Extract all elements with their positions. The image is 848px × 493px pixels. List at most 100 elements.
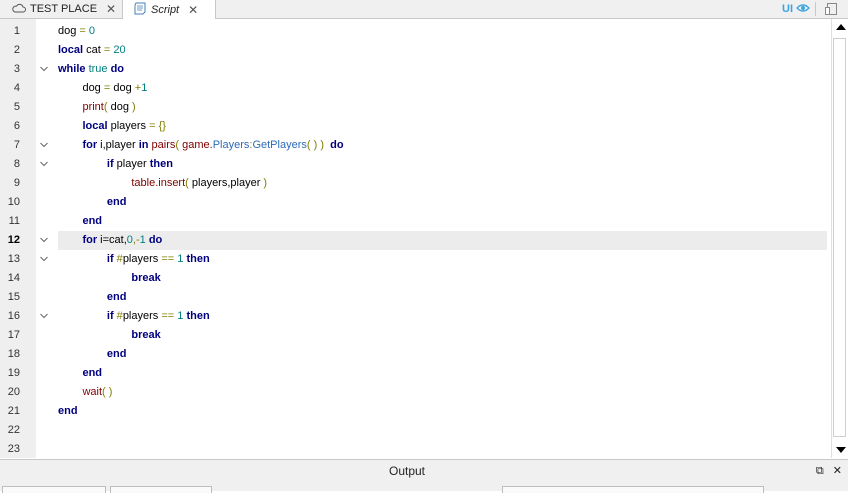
code-token: wait: [58, 386, 103, 398]
code-line[interactable]: local players = {}: [58, 117, 166, 136]
code-line[interactable]: end: [58, 288, 127, 307]
code-token: end: [58, 196, 127, 208]
fold-chevron-icon[interactable]: [39, 140, 49, 150]
code-token: ): [263, 177, 268, 189]
output-panel-header: Output ⧉ ✕: [0, 459, 848, 493]
code-token: for: [58, 139, 98, 151]
code-line[interactable]: end: [58, 402, 78, 421]
code-line[interactable]: end: [58, 212, 102, 231]
device-icon[interactable]: [824, 0, 838, 18]
code-line[interactable]: dog = dog +1: [58, 79, 147, 98]
code-token: ,-: [132, 234, 140, 246]
code-token: 20: [110, 44, 126, 56]
tab-label: TEST PLACE: [30, 3, 98, 15]
code-token: ): [132, 101, 136, 113]
fold-chevron-icon[interactable]: [39, 311, 49, 321]
code-token: ( ): [306, 139, 321, 151]
code-line[interactable]: while true do: [58, 60, 124, 79]
code-line[interactable]: if player then: [58, 155, 173, 174]
ui-label: UI: [782, 3, 793, 15]
code-line[interactable]: if #players == 1 then: [58, 250, 210, 269]
line-number: 10: [7, 196, 20, 208]
code-line[interactable]: for i=cat,0,-1 do: [58, 231, 827, 250]
code-line[interactable]: break: [58, 326, 160, 345]
scrollbar-thumb[interactable]: [833, 38, 846, 437]
code-token: print: [58, 101, 104, 113]
line-number: 16: [7, 310, 20, 322]
code-line[interactable]: local cat = 20: [58, 41, 126, 60]
close-icon[interactable]: ✕: [833, 465, 842, 477]
cloud-icon: [12, 3, 26, 16]
code-line[interactable]: print( dog ): [58, 98, 136, 117]
code-token: i,player: [97, 139, 139, 151]
code-line[interactable]: end: [58, 364, 102, 383]
code-line[interactable]: table.insert( players,player ): [58, 174, 267, 193]
script-icon: [133, 2, 147, 18]
code-token: then: [149, 158, 173, 170]
line-number: 11: [8, 215, 20, 227]
fold-chevron-icon[interactable]: [39, 254, 49, 264]
code-line[interactable]: dog = 0: [58, 22, 95, 41]
line-number: 4: [13, 82, 20, 94]
code-token: players,player: [188, 177, 264, 189]
code-token: 1: [174, 253, 187, 265]
code-line[interactable]: break: [58, 269, 160, 288]
code-token: pairs: [148, 139, 176, 151]
line-number: 8: [13, 158, 20, 170]
code-token: dog: [110, 82, 135, 94]
script-editor[interactable]: 1 2 3 4 5 6 7 8 9 10 11 12 13 14 15 16 17 18 19 20 21 22 23 do…: [0, 19, 848, 458]
restore-icon[interactable]: ⧉: [816, 465, 824, 477]
line-number: 9: [13, 177, 20, 189]
vertical-scrollbar[interactable]: [831, 19, 848, 458]
code-line[interactable]: if #players == 1 then: [58, 307, 210, 326]
code-token: 1: [141, 82, 148, 94]
scroll-down-icon[interactable]: [836, 447, 846, 453]
close-icon[interactable]: ✕: [106, 2, 116, 16]
line-number: 14: [7, 272, 20, 284]
line-number: 19: [7, 367, 20, 379]
code-line[interactable]: end: [58, 193, 127, 212]
code-token: game.: [179, 139, 213, 151]
line-number: 20: [7, 386, 20, 398]
code-token: dog: [107, 101, 132, 113]
line-number: 3: [13, 63, 20, 75]
tab-label: Script: [151, 3, 180, 16]
fold-chevron-icon[interactable]: [39, 235, 49, 245]
code-token: dog: [58, 82, 104, 94]
fold-chevron-icon[interactable]: [39, 159, 49, 169]
code-token: ==: [161, 253, 175, 265]
ui-visibility-toggle[interactable]: UI: [782, 0, 810, 18]
code-token: GetPlayers: [252, 139, 307, 151]
code-token: end: [58, 348, 127, 360]
code-token: player: [113, 158, 150, 170]
toolbar-divider: [815, 2, 816, 16]
code-token: local: [58, 120, 108, 132]
close-icon[interactable]: ✕: [188, 3, 198, 17]
line-number: 23: [7, 443, 20, 455]
line-number: 7: [13, 139, 20, 151]
code-line[interactable]: wait( ): [58, 383, 112, 402]
tab-script[interactable]: Script ✕: [123, 0, 216, 19]
code-token: 0: [88, 25, 96, 37]
code-token: end: [58, 367, 103, 379]
tab-test-place[interactable]: TEST PLACE ✕: [0, 0, 123, 18]
fold-chevron-icon[interactable]: [39, 64, 49, 74]
code-token: end: [58, 291, 127, 303]
code-token: if: [58, 253, 114, 265]
fold-margin[interactable]: [36, 19, 53, 458]
line-number: 6: [13, 120, 20, 132]
line-number: 12: [7, 234, 20, 246]
code-token: =: [76, 25, 89, 37]
code-token: ==: [161, 310, 175, 322]
code-token: for: [58, 234, 98, 246]
code-token: {}: [155, 120, 166, 132]
scroll-up-icon[interactable]: [836, 24, 846, 30]
code-area[interactable]: dog = 0 local cat = 20 while true do dog =…: [53, 19, 831, 458]
code-line[interactable]: for i,player in pairs( game.Players:GetP…: [58, 136, 343, 155]
code-token: ( ): [102, 386, 113, 398]
code-token: table.insert: [58, 177, 186, 189]
code-token: if: [58, 158, 114, 170]
line-number: 5: [13, 101, 20, 113]
code-token: 1: [174, 310, 187, 322]
code-line[interactable]: end: [58, 345, 127, 364]
